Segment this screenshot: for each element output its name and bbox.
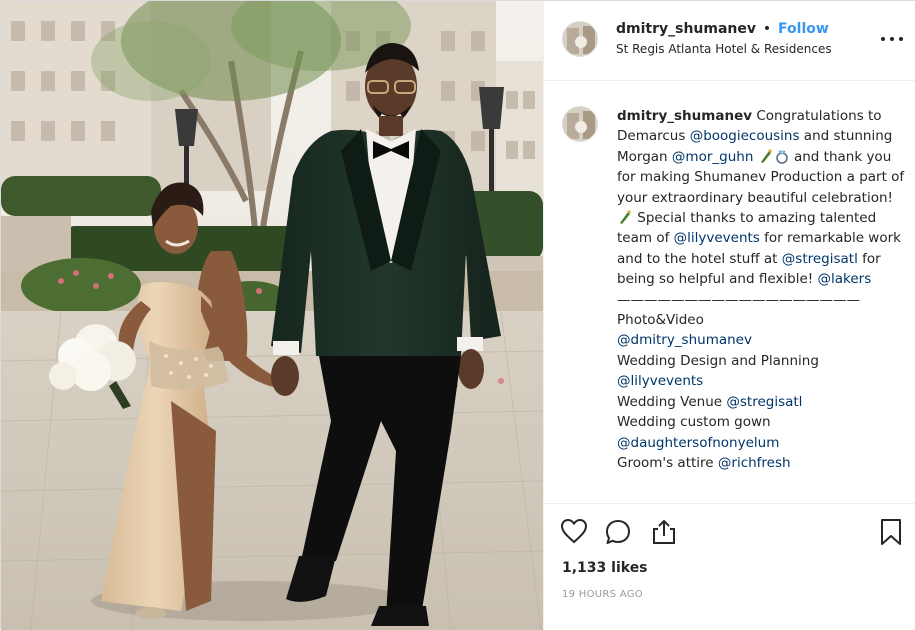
post-timestamp[interactable]: 19 HOURS AGO [562,589,643,600]
mention-link[interactable]: @mor_guhn [672,149,753,165]
heart-icon[interactable] [560,518,588,548]
more-dot [881,37,885,41]
comment-icon-shape [606,520,630,544]
follow-button[interactable]: Follow [778,21,829,37]
caption-text: Wedding Venue [617,393,727,410]
caption-text: Groom's attire [617,454,718,471]
share-icon[interactable] [650,518,678,550]
likes-count[interactable]: 1,133 likes [562,560,648,576]
caption-text: Wedding custom gown [617,414,771,431]
heart-icon-shape [560,518,588,544]
post-caption: dmitry_shumanev Congratulations to Demar… [617,106,907,473]
share-icon-shape [653,519,675,544]
avatar-image [563,22,597,56]
bookmark-icon[interactable] [879,518,903,550]
mention-link[interactable]: @lilyvevents [674,230,760,246]
mention-link[interactable]: @lakers [818,271,872,287]
comment-icon[interactable] [604,518,632,550]
caption-avatar[interactable] [562,106,598,142]
caption-username[interactable]: dmitry_shumanev [617,108,752,124]
post-header: dmitry_shumanev • Follow St Regis Atlant… [544,1,915,81]
avatar-image [563,107,597,141]
caption-text: Wedding Design and Planning [617,352,819,369]
caption-divider: ——————————————————Photo&Video [617,291,860,329]
username-link[interactable]: dmitry_shumanev [616,21,756,37]
mention-link[interactable]: @boogiecousins [690,128,800,144]
header-user-line: dmitry_shumanev • Follow [616,21,829,37]
separator-dot: • [762,21,772,37]
mention-link[interactable]: @daughtersofnonyelum [617,435,779,451]
mention-link[interactable]: @stregisatl [726,394,802,410]
more-dot [890,37,894,41]
post-sidebar: dmitry_shumanev • Follow St Regis Atlant… [543,1,915,630]
location-link[interactable]: St Regis Atlanta Hotel & Residences [616,42,832,56]
bookmark-icon-shape [881,519,901,545]
instagram-post: dmitry_shumanev • Follow St Regis Atlant… [0,0,915,630]
mention-link[interactable]: @richfresh [718,455,791,471]
post-actions: 1,133 likes 19 HOURS AGO [544,503,915,630]
avatar[interactable] [562,21,598,57]
comments-area[interactable]: dmitry_shumanev Congratulations to Demar… [544,82,915,502]
mention-link[interactable]: @stregisatl [782,251,858,267]
mention-link[interactable]: @dmitry_shumanev [617,332,752,348]
ring-icon [775,150,788,164]
more-options-icon[interactable] [881,29,903,49]
post-photo-image [1,1,543,630]
post-photo[interactable] [1,1,543,630]
more-dot [899,37,903,41]
mention-link[interactable]: @lilyvevents [617,373,703,389]
champagne-icon [760,148,772,163]
champagne-icon [620,210,631,225]
